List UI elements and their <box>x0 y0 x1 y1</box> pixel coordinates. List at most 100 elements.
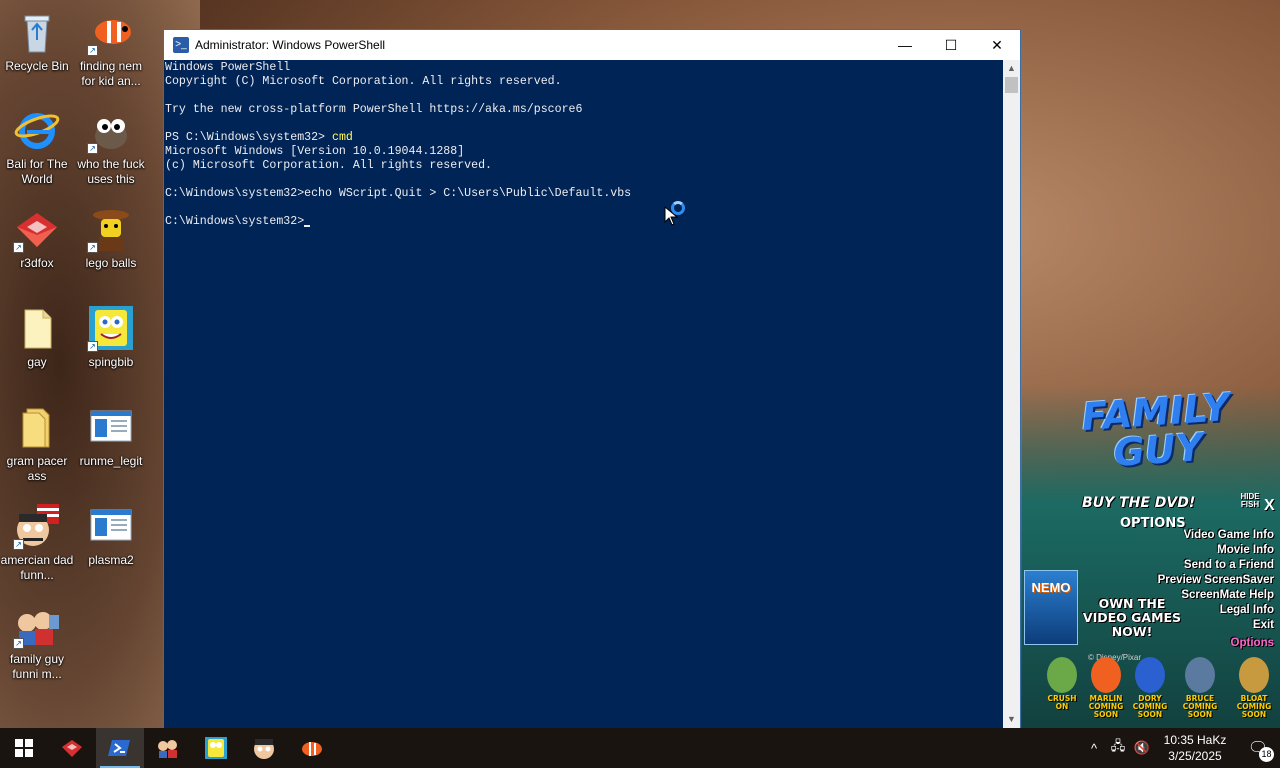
internet-explorer-icon <box>13 106 61 154</box>
taskbar-family-guy[interactable] <box>144 728 192 768</box>
menu-item-movie-info[interactable]: Movie Info <box>1158 543 1274 558</box>
blue-tang-icon <box>1135 657 1165 693</box>
show-hidden-icons-chevron-icon[interactable]: ^ <box>1082 741 1106 756</box>
powershell-window[interactable]: >_ Administrator: Windows PowerShell — ☐… <box>163 29 1021 728</box>
vertical-scrollbar[interactable]: ▲ ▼ <box>1003 60 1020 728</box>
desktop-icon-label: spingbib <box>88 355 134 369</box>
console-line: ​ <box>165 117 1004 131</box>
volume-muted-icon[interactable]: 🔇 <box>1130 740 1154 756</box>
console-line: ​ <box>165 201 1004 215</box>
desktop-icon-label: gay <box>27 355 47 369</box>
desktop-icon-label: r3dfox <box>20 256 54 270</box>
character-crush[interactable]: CRUSH ON <box>1040 657 1084 711</box>
prompt: C:\Windows\system32> <box>165 215 305 228</box>
clock-date: 3/25/2025 <box>1168 749 1222 763</box>
desktop-icon-label: family guy funni m... <box>9 652 65 681</box>
shortcut-arrow-icon: ↗ <box>87 341 98 352</box>
scroll-up-icon[interactable]: ▲ <box>1003 60 1020 77</box>
desktop-icon-bali[interactable]: Bali for The World <box>0 106 74 187</box>
clownfish-icon <box>1091 657 1121 693</box>
desktop-icon-label: plasma2 <box>88 553 134 567</box>
character-marlin[interactable]: MARLIN COMING SOON <box>1084 657 1128 719</box>
console-line: Try the new cross-platform PowerShell ht… <box>165 103 583 116</box>
console-line: Copyright (C) Microsoft Corporation. All… <box>165 75 562 88</box>
powershell-icon: >_ <box>173 37 189 53</box>
clownfish-icon <box>302 742 322 756</box>
nemo-logo: NEMO <box>1031 580 1071 595</box>
shortcut-arrow-icon: ↗ <box>13 638 24 649</box>
character-status: COMING SOON <box>1236 702 1272 719</box>
shortcut-arrow-icon: ↗ <box>13 242 24 253</box>
desktop-icon-spingbib[interactable]: ↗ spingbib <box>74 304 148 370</box>
desktop-icon-family-guy[interactable]: ↗ family guy funni m... <box>0 601 74 682</box>
file-icon <box>13 304 61 352</box>
taskbar: ^ 🖧 🔇 10:35 HaKz 3/25/2025 🗨 18 <box>0 728 1280 768</box>
desktop-icon-gram-pacer[interactable]: gram pacer ass <box>0 403 74 484</box>
shark-icon <box>1185 657 1215 693</box>
desktop-icon-who-uses-this[interactable]: ↗ who the fuck uses this <box>74 106 148 187</box>
window-app-icon <box>87 502 135 550</box>
family-guy-icon <box>158 740 177 758</box>
desktop-icon-runme-legit[interactable]: runme_legit <box>74 403 148 469</box>
taskbar-powershell[interactable] <box>96 728 144 768</box>
shortcut-arrow-icon: ↗ <box>13 539 24 550</box>
character-selector: CRUSH ON MARLIN COMING SOON DORY COMING … <box>1022 657 1280 725</box>
desktop-icon-label: lego balls <box>85 256 137 270</box>
desktop-icon-r3dfox[interactable]: ↗ r3dfox <box>0 205 74 271</box>
desktop-icon-label: runme_legit <box>79 454 143 468</box>
character-status: COMING SOON <box>1132 702 1168 719</box>
family-guy-icon: ↗ <box>13 601 61 649</box>
gimp-icon: ↗ <box>87 106 135 154</box>
console-line: C:\Windows\system32>echo WScript.Quit > … <box>165 187 632 200</box>
desktop-icon-gay[interactable]: gay <box>0 304 74 370</box>
desktop-icon-recycle-bin[interactable]: Recycle Bin <box>0 8 74 74</box>
screenmate-logo: FAMILY GUY <box>1080 385 1232 476</box>
promo-text[interactable]: OWN THE VIDEO GAMES NOW! <box>1082 597 1182 639</box>
notification-count-badge: 18 <box>1259 747 1274 762</box>
minimize-button[interactable]: — <box>882 30 928 60</box>
desktop-icon-label: amercian dad funn... <box>0 553 74 582</box>
menu-item-send-to-friend[interactable]: Send to a Friend <box>1158 558 1274 573</box>
nemo-fish-icon: ↗ <box>87 8 135 56</box>
taskbar-nemo[interactable] <box>288 728 336 768</box>
american-dad-icon: ↗ <box>13 502 61 550</box>
powershell-icon <box>108 740 130 756</box>
system-tray: ^ 🖧 🔇 10:35 HaKz 3/25/2025 🗨 18 <box>1082 728 1280 768</box>
menu-item-video-game-info[interactable]: Video Game Info <box>1158 528 1274 543</box>
network-icon[interactable]: 🖧 <box>1106 737 1130 759</box>
scroll-down-icon[interactable]: ▼ <box>1003 711 1020 728</box>
busy-spinner-icon <box>671 201 685 215</box>
windows-logo-icon <box>15 739 33 757</box>
desktop-icon-finding-nemo[interactable]: ↗ finding nem for kid an... <box>74 8 148 89</box>
taskbar-spongebob[interactable] <box>192 728 240 768</box>
desktop-icon-lego-balls[interactable]: ↗ lego balls <box>74 205 148 271</box>
taskbar-r3dfox[interactable] <box>48 728 96 768</box>
prompt: PS C:\Windows\system32> <box>165 131 332 144</box>
scroll-thumb[interactable] <box>1005 77 1018 93</box>
menu-item-preview-screensaver[interactable]: Preview ScreenSaver <box>1158 573 1274 588</box>
close-button[interactable]: ✕ <box>974 30 1020 60</box>
start-button[interactable] <box>0 728 48 768</box>
window-titlebar[interactable]: >_ Administrator: Windows PowerShell — ☐… <box>164 30 1020 60</box>
family-guy-screenmate[interactable]: FAMILY GUY BUY THE DVD! OPTIONS HIDE FIS… <box>1022 385 1280 728</box>
character-bloat[interactable]: BLOAT COMING SOON <box>1232 657 1276 719</box>
hide-fish-button[interactable]: HIDE FISH <box>1238 493 1262 509</box>
maximize-button[interactable]: ☐ <box>928 30 974 60</box>
character-status: COMING SOON <box>1182 702 1218 719</box>
spongebob-icon <box>205 737 227 759</box>
console-output[interactable]: Windows PowerShell Copyright (C) Microsof… <box>164 60 1004 728</box>
character-dory[interactable]: DORY COMING SOON <box>1128 657 1172 719</box>
screenmate-close-button[interactable]: X <box>1264 497 1275 515</box>
buy-dvd-link[interactable]: BUY THE DVD! <box>1082 495 1195 511</box>
desktop-icon-american-dad[interactable]: ↗ amercian dad funn... <box>0 502 74 583</box>
desktop-icon-label: Recycle Bin <box>5 59 69 73</box>
desktop-icon-plasma2[interactable]: plasma2 <box>74 502 148 568</box>
character-bruce[interactable]: BRUCE COMING SOON <box>1178 657 1222 719</box>
shortcut-arrow-icon: ↗ <box>87 242 98 253</box>
action-center-button[interactable]: 🗨 18 <box>1236 728 1280 768</box>
taskbar-american-dad[interactable] <box>240 728 288 768</box>
clock-time: 10:35 HaKz <box>1163 733 1227 747</box>
system-clock[interactable]: 10:35 HaKz 3/25/2025 <box>1154 732 1236 764</box>
console-line: Microsoft Windows [Version 10.0.19044.12… <box>165 145 465 158</box>
pufferfish-icon <box>1239 657 1269 693</box>
